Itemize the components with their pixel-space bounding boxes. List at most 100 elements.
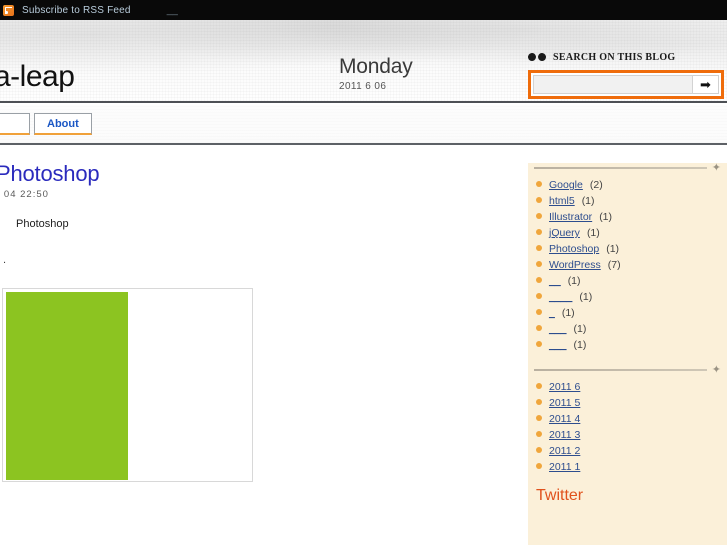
tag-count: (1) — [579, 291, 593, 303]
archive-link[interactable]: 2011 4 — [549, 413, 580, 425]
archive-list-item: 2011 2 — [536, 443, 727, 459]
site-header: a-leap Monday 2011 6 06 SEARCH ON THIS B… — [0, 20, 727, 103]
diamond-ornament-icon: ✦ — [711, 163, 721, 174]
bullet-icon — [536, 399, 542, 405]
tag-link[interactable]: ___ — [549, 323, 567, 335]
tag-count: (1) — [561, 307, 575, 319]
bullet-icon — [536, 383, 542, 389]
post-timestamp: 6 04 22:50 — [0, 189, 49, 200]
tag-link[interactable]: ____ — [549, 291, 572, 303]
sidebar-divider-archives: ✦ — [534, 364, 721, 376]
tag-count: (1) — [567, 275, 581, 287]
bullet-icon — [536, 341, 542, 347]
search-box: ➡ — [528, 70, 724, 99]
tab-home[interactable] — [0, 113, 30, 135]
search-submit-button[interactable]: ➡ — [693, 75, 719, 94]
date-ymd-label: 2011 6 06 — [339, 81, 387, 93]
tag-list-item: jQuery (1) — [536, 225, 727, 241]
tab-about[interactable]: About — [34, 113, 92, 135]
tag-list-item: WordPress (7) — [536, 257, 727, 273]
topbar-separator: __ — [166, 4, 178, 16]
bullet-icon — [536, 261, 542, 267]
bullet-icon — [536, 197, 542, 203]
tag-link[interactable]: Google — [549, 179, 583, 191]
twitter-heading: Twitter — [536, 487, 584, 504]
sidebar: ✦ Google (2) html5 (1) Illustrator (1) jQuery (… — [528, 163, 727, 545]
tag-count: (1) — [573, 339, 587, 351]
search-input[interactable] — [533, 75, 693, 94]
bullet-icon — [536, 415, 542, 421]
search-area: SEARCH ON THIS BLOG ➡ — [528, 50, 724, 99]
rss-icon[interactable] — [3, 4, 14, 16]
post-image-frame — [2, 288, 253, 482]
post-title[interactable]: Photoshop — [0, 161, 100, 187]
search-label: SEARCH ON THIS BLOG — [553, 51, 676, 63]
bullet-icon — [536, 431, 542, 437]
tag-count: (7) — [607, 259, 621, 271]
divider-line — [534, 369, 707, 371]
main-content: Photoshop 6 04 22:50 Photoshop . — [0, 150, 520, 545]
tag-list-item: _ (1) — [536, 305, 727, 321]
post-body-dot: . — [3, 254, 7, 266]
archive-list-item: 2011 1 — [536, 459, 727, 475]
tag-count: (1) — [581, 195, 595, 207]
top-bar: Subscribe to RSS Feed __ — [0, 0, 727, 20]
tag-list-item: ___ (1) — [536, 321, 727, 337]
nav-tabs: About — [0, 113, 92, 135]
archive-list: 2011 6 2011 5 2011 4 2011 3 2011 2 2011 1 — [528, 375, 727, 475]
archive-list-item: 2011 3 — [536, 427, 727, 443]
bullet-icon — [536, 309, 542, 315]
date-day-label: Monday — [339, 55, 413, 78]
bullet-icon — [536, 463, 542, 469]
tag-count: (1) — [599, 211, 613, 223]
archive-list-item: 2011 4 — [536, 411, 727, 427]
tag-list-item: ___ (1) — [536, 337, 727, 353]
post-body-text: Photoshop — [16, 218, 69, 230]
bullet-icon — [536, 229, 542, 235]
diamond-ornament-icon: ✦ — [711, 364, 721, 376]
tag-link[interactable]: html5 — [549, 195, 575, 207]
tag-list-item: html5 (1) — [536, 193, 727, 209]
tag-link[interactable]: WordPress — [549, 259, 601, 271]
bullet-icon — [536, 181, 542, 187]
tag-link[interactable]: _ — [549, 307, 555, 319]
tag-list: Google (2) html5 (1) Illustrator (1) jQuery (1)… — [528, 173, 727, 353]
tag-count: (2) — [589, 179, 603, 191]
tag-count: (1) — [606, 243, 620, 255]
tag-list-item: Photoshop (1) — [536, 241, 727, 257]
arrow-right-icon: ➡ — [700, 77, 711, 92]
green-swatch-image — [6, 292, 128, 480]
tag-link[interactable]: ___ — [549, 339, 567, 351]
archive-link[interactable]: 2011 2 — [549, 445, 580, 457]
tag-link[interactable]: Photoshop — [549, 243, 599, 255]
rss-subscribe-link[interactable]: Subscribe to RSS Feed — [22, 5, 131, 16]
tag-list-item: __ (1) — [536, 273, 727, 289]
bullet-icon — [536, 277, 542, 283]
archive-link[interactable]: 2011 6 — [549, 381, 580, 393]
tag-link[interactable]: jQuery — [549, 227, 580, 239]
tag-link[interactable]: __ — [549, 275, 561, 287]
archive-link[interactable]: 2011 3 — [549, 429, 580, 441]
site-title: a-leap — [0, 60, 75, 93]
archive-list-item: 2011 5 — [536, 395, 727, 411]
bullet-icon — [536, 325, 542, 331]
tag-list-item: Google (2) — [536, 177, 727, 193]
divider-line — [534, 167, 707, 169]
archive-link[interactable]: 2011 1 — [549, 461, 580, 473]
bullet-icon — [536, 447, 542, 453]
sidebar-divider-tags: ✦ — [534, 163, 721, 174]
archive-link[interactable]: 2011 5 — [549, 397, 580, 409]
glasses-icon — [528, 53, 546, 62]
tag-list-item: Illustrator (1) — [536, 209, 727, 225]
search-heading: SEARCH ON THIS BLOG — [528, 50, 724, 64]
bullet-icon — [536, 293, 542, 299]
tag-list-item: ____ (1) — [536, 289, 727, 305]
bullet-icon — [536, 213, 542, 219]
tag-count: (1) — [573, 323, 587, 335]
nav-bar: About — [0, 105, 727, 145]
archive-list-item: 2011 6 — [536, 379, 727, 395]
tag-count: (1) — [586, 227, 600, 239]
tag-link[interactable]: Illustrator — [549, 211, 592, 223]
bullet-icon — [536, 245, 542, 251]
